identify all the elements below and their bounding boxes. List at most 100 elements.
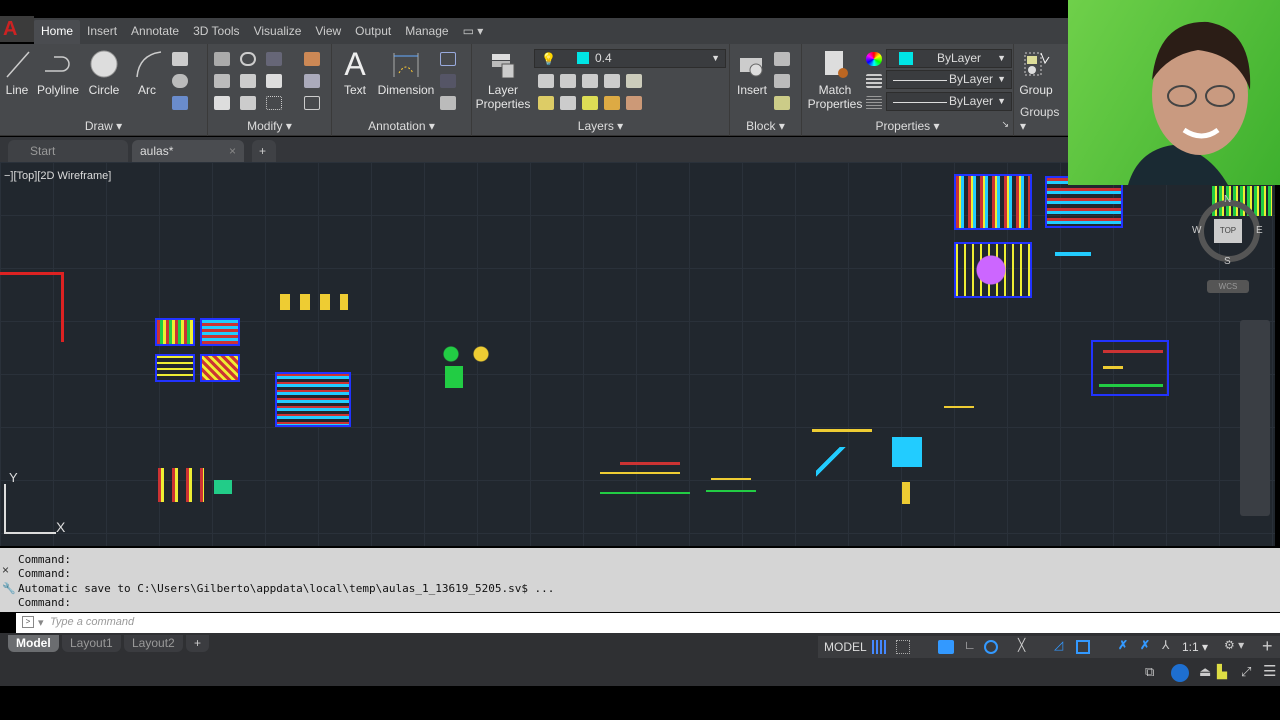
tab-manage[interactable]: Manage [398, 20, 455, 44]
mirror-icon[interactable] [240, 74, 256, 88]
wrench-icon[interactable]: 🔧 [2, 582, 16, 595]
circle-button[interactable]: Circle [86, 48, 122, 97]
layer-tool-icon[interactable] [538, 74, 554, 88]
tab-3d-tools[interactable]: 3D Tools [186, 20, 246, 44]
rectangle-icon[interactable] [172, 52, 188, 66]
clean-screen-icon[interactable]: ▙ [1217, 664, 1227, 680]
tab-layout1[interactable]: Layout1 [62, 635, 121, 652]
insert-button[interactable]: Insert [734, 48, 770, 97]
isolate-objects-icon[interactable] [1171, 664, 1189, 682]
edit-block-icon[interactable] [774, 74, 790, 88]
tab-layout2[interactable]: Layout2 [124, 635, 183, 652]
tab-output[interactable]: Output [348, 20, 398, 44]
edit-attributes-icon[interactable] [774, 96, 790, 110]
modify-panel-title[interactable]: Modify ▾ [208, 119, 331, 133]
application-menu-button[interactable]: A [0, 16, 34, 42]
layer-properties-button[interactable]: Layer Properties [474, 48, 532, 111]
viewport-controls-label[interactable]: −][Top][2D Wireframe] [4, 170, 111, 182]
chevron-down-icon[interactable]: ▾ [38, 616, 44, 629]
tab-start[interactable]: Start [8, 140, 128, 162]
tab-home[interactable]: Home [34, 20, 81, 44]
tab-annotate[interactable]: Annotate [124, 20, 186, 44]
object-snap-icon[interactable] [1076, 640, 1090, 654]
workspace-icon[interactable]: ⧉ [1145, 664, 1154, 680]
layer-tool-icon[interactable] [582, 96, 598, 110]
layer-tool-icon[interactable] [582, 74, 598, 88]
ortho-icon[interactable]: ∟ [964, 638, 976, 652]
line-button[interactable]: Line [2, 48, 32, 97]
add-layout-button[interactable]: + [186, 635, 210, 652]
stretch-icon[interactable] [214, 96, 230, 110]
text-button[interactable]: A Text [338, 48, 372, 97]
group-button[interactable]: Group [1016, 48, 1056, 97]
match-properties-button[interactable]: Match Properties [804, 48, 866, 111]
annotation-panel-title[interactable]: Annotation ▾ [332, 119, 471, 133]
annotation-scale-icon[interactable]: ⅄ [1162, 638, 1169, 652]
polyline-button[interactable]: Polyline [36, 48, 80, 97]
layer-tool-icon[interactable] [560, 96, 576, 110]
block-panel-title[interactable]: Block ▾ [730, 119, 801, 133]
polar-tracking-icon[interactable] [984, 640, 998, 654]
gradient-icon[interactable] [172, 96, 188, 110]
hardware-acceleration-icon[interactable]: ⏏ [1199, 664, 1211, 680]
new-tab-button[interactable]: + [252, 140, 276, 162]
hatch-icon[interactable] [172, 74, 188, 88]
lineweight-dropdown[interactable]: ByLayer ▼ [886, 70, 1012, 89]
annotation-scale-dropdown[interactable]: 1:1 ▾ [1182, 640, 1208, 654]
navigation-bar[interactable] [1240, 320, 1270, 516]
copy-icon[interactable] [214, 74, 230, 88]
grid-icon[interactable] [872, 640, 886, 654]
scale-icon[interactable] [240, 96, 256, 110]
layers-panel-title[interactable]: Layers ▾ [472, 119, 729, 133]
layer-tool-icon[interactable] [626, 96, 642, 110]
tab-view[interactable]: View [308, 20, 348, 44]
tab-visualize[interactable]: Visualize [247, 20, 309, 44]
layer-tool-icon[interactable] [538, 96, 554, 110]
rotate-icon[interactable] [240, 52, 256, 66]
viewcube-top-face[interactable]: TOP [1214, 219, 1242, 243]
groups-panel-title[interactable]: Groups ▾ [1014, 105, 1068, 133]
layer-tool-icon[interactable] [626, 74, 642, 88]
move-icon[interactable] [214, 52, 230, 66]
dynamic-input-icon[interactable] [938, 640, 954, 654]
tab-aulas[interactable]: aulas* × [132, 140, 244, 162]
isodraft-icon[interactable]: ◿ [1054, 638, 1063, 652]
close-icon[interactable]: × [229, 140, 236, 162]
dimension-button[interactable]: Dimension [376, 48, 436, 97]
color-dropdown[interactable]: ByLayer ▼ [886, 49, 1012, 68]
drawing-canvas[interactable] [0, 162, 1275, 546]
explode-icon[interactable] [304, 74, 320, 88]
command-prompt-icon[interactable]: > [22, 616, 34, 628]
linear-dimension-icon[interactable] [440, 52, 456, 66]
annotation-visibility-icon[interactable]: ✗ [1118, 638, 1128, 652]
fullscreen-icon[interactable]: ⤢ [1241, 664, 1251, 680]
linetype-dropdown[interactable]: ByLayer ▼ [886, 92, 1012, 111]
wcs-menu-button[interactable]: WCS [1207, 280, 1249, 293]
leader-icon[interactable] [440, 74, 456, 88]
properties-panel-title[interactable]: Properties ▾ ↘ [802, 119, 1013, 133]
table-icon[interactable] [440, 96, 456, 110]
tab-insert[interactable]: Insert [80, 20, 124, 44]
customize-plus-icon[interactable]: + [1262, 636, 1273, 657]
close-icon[interactable]: × [2, 563, 9, 577]
tab-model[interactable]: Model [8, 635, 59, 652]
draw-panel-title[interactable]: Draw ▾ [0, 119, 207, 133]
trim-icon[interactable] [266, 52, 282, 66]
model-space-button[interactable]: MODEL [824, 640, 867, 654]
offset-icon[interactable] [304, 96, 320, 110]
gear-icon[interactable]: ⚙ ▾ [1224, 638, 1244, 652]
workspace-dropdown-icon[interactable]: ▭ ▾ [456, 20, 491, 44]
erase-icon[interactable] [304, 52, 320, 66]
arc-button[interactable]: Arc [132, 48, 162, 97]
layer-dropdown[interactable]: 💡 0.4 ▼ [534, 49, 726, 68]
snap-icon[interactable] [896, 640, 910, 654]
object-snap-tracking-icon[interactable]: ╳ [1018, 638, 1025, 652]
command-input[interactable]: > ▾ Type a command [16, 613, 1280, 633]
layer-tool-icon[interactable] [560, 74, 576, 88]
layer-tool-icon[interactable] [604, 96, 620, 110]
auto-scale-icon[interactable]: ✗ [1140, 638, 1150, 652]
create-block-icon[interactable] [774, 52, 790, 66]
array-icon[interactable] [266, 96, 282, 110]
menu-icon[interactable]: ☰ [1263, 662, 1276, 680]
fillet-icon[interactable] [266, 74, 282, 88]
